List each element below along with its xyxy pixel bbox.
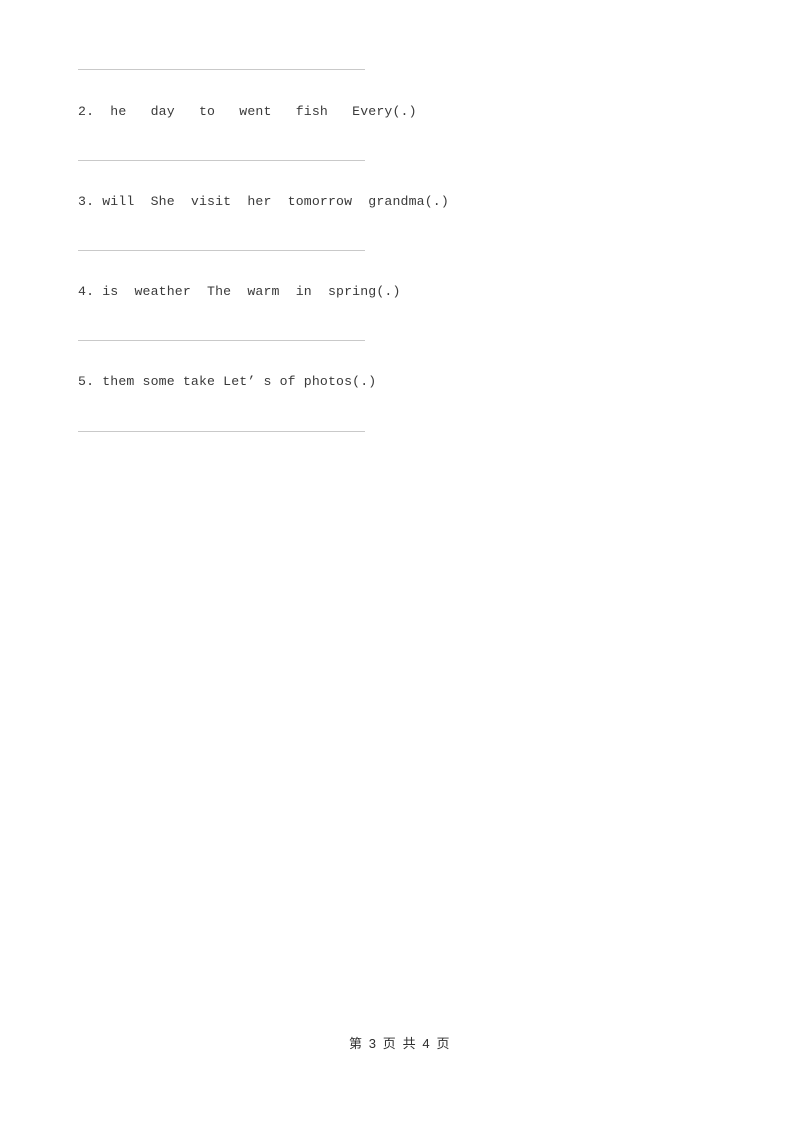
answer-rule (78, 431, 365, 432)
answer-rule (78, 69, 365, 70)
question-item: 2. he day to went fish Every(.) (78, 104, 417, 119)
answer-rule (78, 250, 365, 251)
question-item: 5. them some take Let’ s of photos(.) (78, 374, 377, 389)
answer-rule (78, 160, 365, 161)
document-page: 2. he day to went fish Every(.) 3. will … (0, 0, 800, 1132)
question-item: 3. will She visit her tomorrow grandma(.… (78, 194, 449, 209)
answer-rule (78, 340, 365, 341)
page-footer-pagination: 第 3 页 共 4 页 (348, 1036, 452, 1051)
question-item: 4. is weather The warm in spring(.) (78, 284, 401, 299)
